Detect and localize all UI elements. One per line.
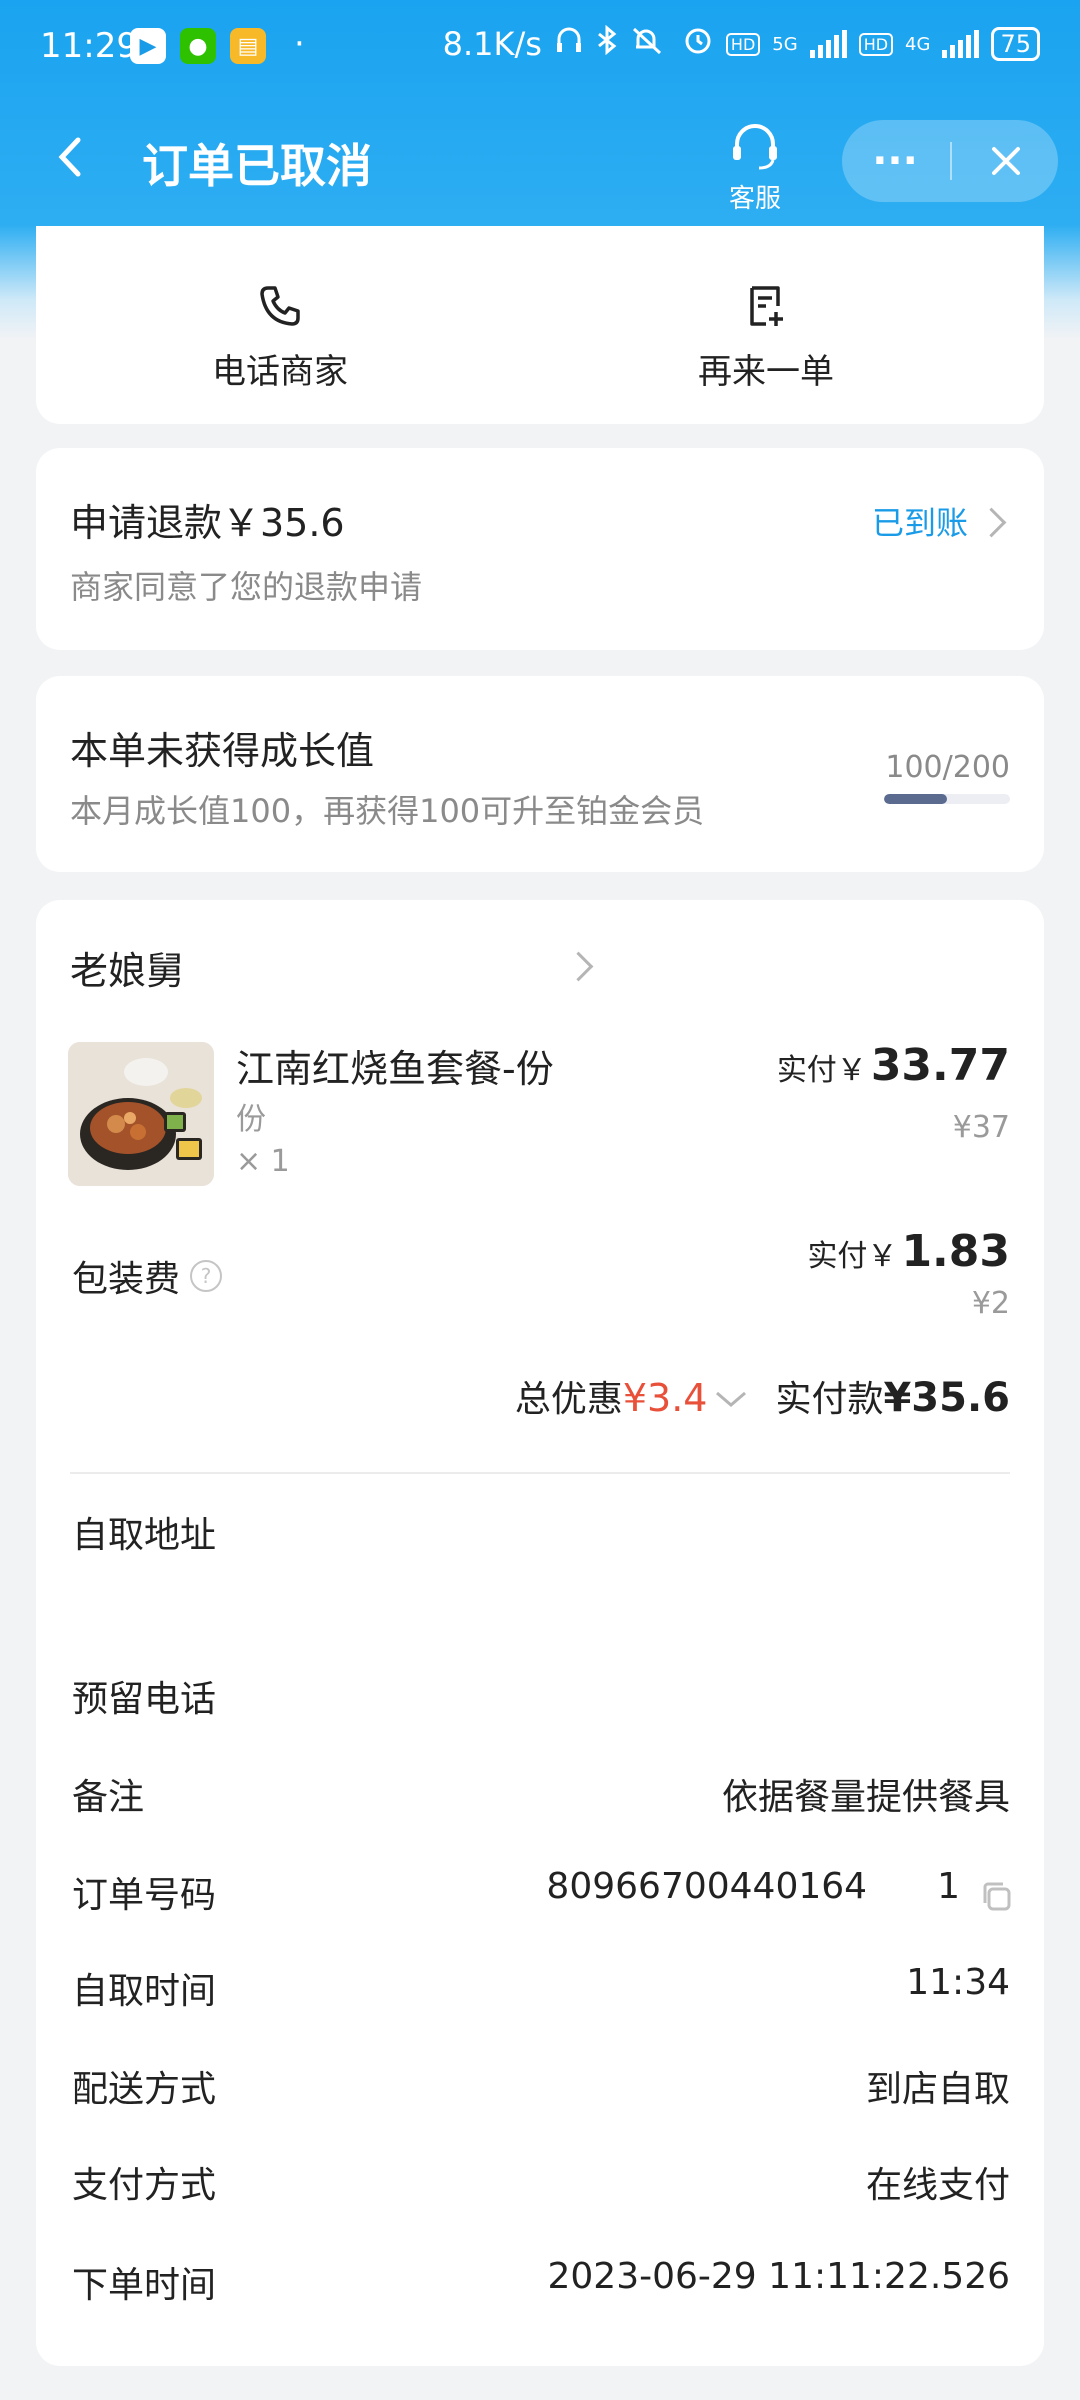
order-total: 总优惠 ¥3.4 实付款 ¥35.6 xyxy=(515,1370,1010,1422)
packing-fee-label: 包装费 xyxy=(72,1259,181,1300)
packing-paid-label: 实付￥ xyxy=(807,1239,898,1274)
refund-subtitle: 商家同意了您的退款申请 xyxy=(70,568,423,606)
packing-paid: 实付￥ 1.83 xyxy=(807,1226,1010,1277)
pay-total-label: 实付款 xyxy=(775,1379,884,1420)
notes-app-icon: ▤ xyxy=(230,28,266,64)
packing-original-price: ¥2 xyxy=(971,1286,1010,1321)
close-icon xyxy=(992,147,1020,175)
bluetooth-icon xyxy=(596,24,618,63)
item-original-price: ¥37 xyxy=(952,1110,1010,1145)
growth-progress-fill xyxy=(884,794,947,804)
close-button[interactable] xyxy=(954,120,1058,202)
mini-program-capsule: ··· xyxy=(842,120,1058,202)
order-time-label: 下单时间 xyxy=(72,2265,217,2306)
pickup-time-label: 自取时间 xyxy=(72,1971,217,2012)
order-time-value: 2023-06-29 11:11:22.526 xyxy=(547,2256,1011,2297)
delivery-method-value: 到店自取 xyxy=(865,2069,1010,2110)
headphone-icon xyxy=(554,25,584,63)
shop-name[interactable]: 老娘舅 xyxy=(70,940,184,995)
refund-title: 申请退款￥35.6 xyxy=(70,501,345,545)
alarm-icon xyxy=(682,24,714,64)
refund-status[interactable]: 已到账 xyxy=(872,498,968,544)
customer-service-label: 客服 xyxy=(728,184,781,214)
wechat-icon: ● xyxy=(180,28,216,64)
more-button[interactable]: ··· xyxy=(842,120,948,202)
item-paid-value: 33.77 xyxy=(870,1040,1010,1091)
section-divider xyxy=(70,1472,1010,1474)
order-number-value: 80966700440164 1 xyxy=(546,1866,960,1907)
status-time: 11:29 xyxy=(40,26,138,66)
shop-chevron-right-icon xyxy=(563,951,594,982)
network-type-1: 5G xyxy=(772,33,798,55)
phone-icon xyxy=(260,286,300,326)
note-value: 依据餐量提供餐具 xyxy=(721,1777,1010,1818)
customer-service-button[interactable]: 客服 xyxy=(720,122,790,215)
signal-icon-2 xyxy=(942,30,980,58)
status-dot: · xyxy=(294,24,305,64)
growth-card: 本单未获得成长值 本月成长值100，再获得100可升至铂金会员 100/200 xyxy=(36,676,1044,872)
order-number-label: 订单号码 xyxy=(72,1875,217,1916)
help-icon[interactable]: ? xyxy=(190,1260,223,1292)
packing-fee: 包装费 ? xyxy=(72,1250,223,1302)
reorder-icon xyxy=(750,286,783,326)
pay-total-value: ¥35.6 xyxy=(883,1375,1010,1421)
call-merchant-label: 电话商家 xyxy=(212,352,348,392)
order-card: 老娘舅 江南红烧鱼套餐-份 份 × 1 实付￥ 33.77 ¥37 包装费 ? … xyxy=(36,900,1044,2366)
payment-method-value: 在线支付 xyxy=(865,2165,1010,2206)
back-button[interactable] xyxy=(50,132,90,182)
item-name: 江南红烧鱼套餐-份 xyxy=(236,1047,554,1091)
item-paid-label: 实付￥ xyxy=(776,1053,867,1088)
pickup-address-label: 自取地址 xyxy=(72,1515,217,1556)
refund-card[interactable]: 申请退款￥35.6 商家同意了您的退款申请 已到账 xyxy=(36,448,1044,650)
back-arrow-icon xyxy=(58,137,81,177)
reorder-button[interactable]: 再来一单 xyxy=(616,282,916,393)
packing-paid-value: 1.83 xyxy=(901,1226,1010,1277)
discount-value[interactable]: ¥3.4 xyxy=(623,1376,708,1420)
call-merchant-button[interactable]: 电话商家 xyxy=(130,282,430,393)
page-title: 订单已取消 xyxy=(142,139,372,193)
battery-indicator: 75 xyxy=(991,27,1040,61)
payment-method-label: 支付方式 xyxy=(72,2165,217,2206)
pickup-time-value: 11:34 xyxy=(906,1962,1010,2003)
growth-progress-bar xyxy=(884,794,1010,804)
headset-icon xyxy=(733,124,777,170)
copy-icon[interactable] xyxy=(978,1878,1016,1920)
order-number-prefix: 80966700440164 xyxy=(546,1866,868,1907)
network-type-2: 4G xyxy=(905,33,931,55)
order-number-tail: 1 xyxy=(937,1866,960,1907)
notification-icons: ▶ ● ▤ xyxy=(130,28,266,64)
phone-label: 预留电话 xyxy=(72,1679,217,1720)
nav-bar: 订单已取消 客服 ··· xyxy=(0,110,1080,214)
mute-icon xyxy=(630,25,670,63)
item-quantity: × 1 xyxy=(236,1144,290,1179)
chevron-down-icon[interactable] xyxy=(713,1387,749,1411)
hd-badge: HD xyxy=(725,32,761,56)
reorder-label: 再来一单 xyxy=(698,352,834,392)
signal-icon xyxy=(809,30,847,58)
food-image xyxy=(68,1042,214,1186)
discount-label: 总优惠 xyxy=(514,1379,623,1420)
action-card: 电话商家 再来一单 xyxy=(36,226,1044,424)
delivery-method-label: 配送方式 xyxy=(72,2069,217,2110)
chevron-right-icon xyxy=(976,507,1007,538)
growth-subtitle: 本月成长值100，再获得100可升至铂金会员 xyxy=(70,792,705,830)
hd-badge-2: HD xyxy=(858,32,894,56)
capsule-divider xyxy=(950,142,952,180)
net-speed: 8.1K/s xyxy=(442,25,542,63)
status-bar: 11:29 ▶ ● ▤ · 8.1K/s HD 5G HD 4G 75 xyxy=(0,0,1080,96)
item-paid: 实付￥ 33.77 xyxy=(777,1040,1010,1091)
growth-value: 100/200 xyxy=(885,750,1010,785)
item-spec: 份 xyxy=(236,1102,266,1137)
video-app-icon: ▶ xyxy=(130,28,166,64)
status-right: 8.1K/s HD 5G HD 4G 75 xyxy=(443,24,1040,64)
growth-title: 本单未获得成长值 xyxy=(70,729,375,773)
note-label: 备注 xyxy=(72,1777,145,1818)
